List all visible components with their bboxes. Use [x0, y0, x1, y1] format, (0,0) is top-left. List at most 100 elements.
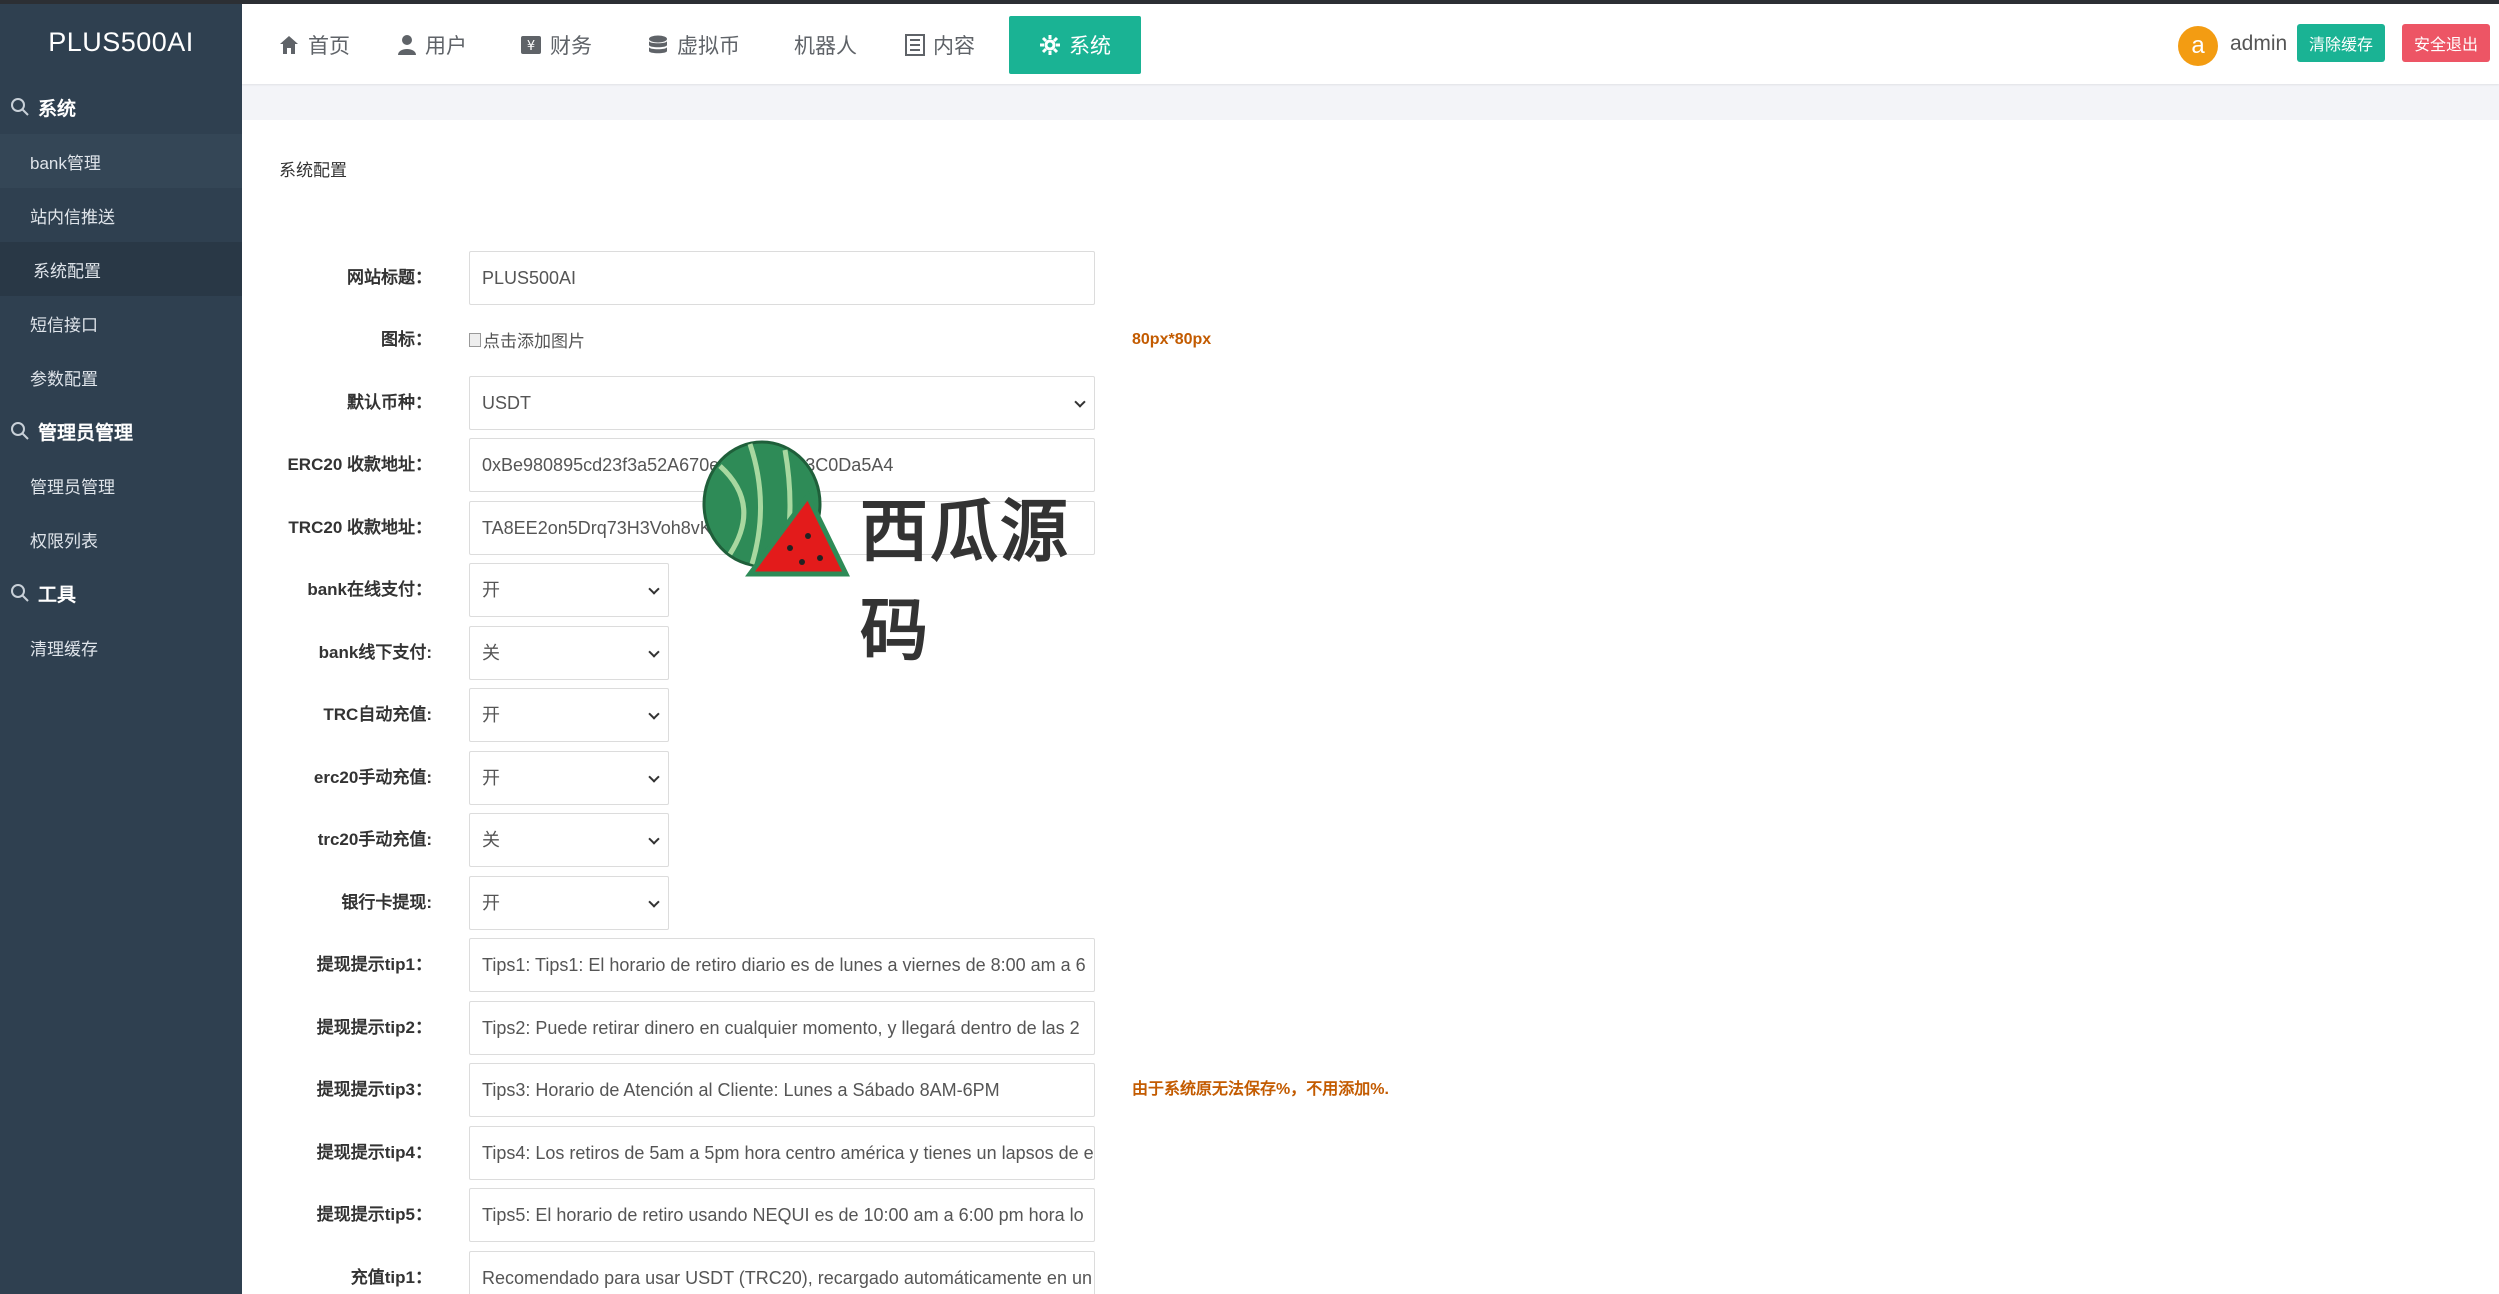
username[interactable]: admin	[2230, 32, 2287, 56]
nav-label: 财务	[550, 35, 592, 58]
broken-image-icon	[469, 332, 481, 347]
row-site-title: 网站标题： PLUS500AI	[242, 251, 1842, 305]
nav-label: 虚拟币	[677, 35, 740, 58]
icon-upload-alt: 点击添加图片	[483, 332, 585, 351]
nav-finance[interactable]: ¥ 财务	[520, 16, 592, 74]
tip5-input[interactable]: Tips5: El horario de retiro usando NEQUI…	[469, 1188, 1095, 1242]
finance-icon: ¥	[521, 36, 541, 54]
search-icon	[11, 98, 29, 116]
bank-online-select[interactable]: 开	[469, 563, 669, 617]
bank-offline-select[interactable]: 关	[469, 626, 669, 680]
recharge-tip1-input[interactable]: Recomendado para usar USDT (TRC20), reca…	[469, 1251, 1095, 1294]
field-label: 提现提示tip3：	[316, 1080, 432, 1099]
tip2-input[interactable]: Tips2: Puede retirar dinero en cualquier…	[469, 1001, 1095, 1055]
nav-robot[interactable]: 机器人	[794, 16, 857, 74]
field-label: 默认币种：	[347, 393, 432, 412]
field-label: bank线下支付:	[318, 643, 432, 662]
field-label: 提现提示tip1：	[316, 955, 432, 974]
sidebar-section-admin[interactable]: 管理员管理	[0, 404, 242, 458]
field-label: ERC20 收款地址：	[287, 455, 432, 474]
field-label: bank在线支付：	[307, 580, 432, 599]
main-content: 系统配置 网站标题： PLUS500AI 图标： 点击添加图片 80px*80p…	[242, 120, 2499, 1294]
sidebar-item-sms[interactable]: 短信接口	[0, 296, 242, 350]
currency-select[interactable]: USDT	[469, 376, 1095, 430]
database-icon	[649, 35, 667, 54]
nav-label: 首页	[308, 35, 350, 58]
field-label: TRC20 收款地址：	[288, 518, 432, 537]
select-value: 开	[482, 768, 500, 788]
chevron-down-icon	[648, 583, 660, 595]
row-trc20-manual: trc20手动充值: 关	[242, 813, 1842, 867]
sidebar-section-label: 工具	[38, 584, 77, 606]
search-icon	[11, 422, 29, 440]
bank-withdraw-select[interactable]: 开	[469, 876, 669, 930]
field-label: erc20手动充值:	[313, 768, 432, 787]
logout-button[interactable]: 安全退出	[2402, 24, 2491, 62]
icon-upload[interactable]: 点击添加图片	[469, 327, 585, 352]
watermark: 西瓜源码	[690, 436, 1130, 671]
chevron-down-icon	[648, 708, 660, 720]
row-trc-auto: TRC自动充值: 开	[242, 688, 1842, 742]
tip1-input[interactable]: Tips1: Tips1: El horario de retiro diari…	[469, 938, 1095, 992]
avatar[interactable]: a	[2178, 26, 2218, 66]
row-tip4: 提现提示tip4： Tips4: Los retiros de 5am a 5p…	[242, 1126, 1842, 1180]
sidebar: PLUS500AI 系统 bank管理 站内信推送 系统配置 短信接口 参数配置…	[0, 4, 242, 1294]
sidebar-item-params[interactable]: 参数配置	[0, 350, 242, 404]
sidebar-item-clear-cache[interactable]: 清理缓存	[0, 620, 242, 674]
watermelon-logo-icon	[702, 440, 850, 577]
chevron-down-icon	[648, 833, 660, 845]
row-erc20-manual: erc20手动充值: 开	[242, 751, 1842, 805]
nav-label: 内容	[933, 35, 975, 58]
nav-crypto[interactable]: 虚拟币	[647, 16, 740, 74]
row-tip3: 提现提示tip3： Tips3: Horario de Atención al …	[242, 1063, 1842, 1117]
sidebar-item-bank[interactable]: bank管理	[0, 134, 242, 188]
sidebar-section-label: 管理员管理	[38, 422, 134, 444]
trc20-manual-select[interactable]: 关	[469, 813, 669, 867]
page-title: 系统配置	[279, 161, 347, 180]
tip3-note: 由于系统原无法保存%，不用添加%.	[1132, 1081, 1389, 1098]
top-nav: 首页 用户 ¥ 财务 虚拟币 机器人 内容 系统 a admin 清除缓存 安全…	[242, 4, 2499, 84]
field-label: 提现提示tip5：	[316, 1205, 432, 1224]
sidebar-item-permissions[interactable]: 权限列表	[0, 512, 242, 566]
nav-user[interactable]: 用户	[397, 16, 467, 74]
nav-content[interactable]: 内容	[905, 16, 975, 74]
clear-cache-button[interactable]: 清除缓存	[2297, 24, 2386, 62]
row-tip1: 提现提示tip1： Tips1: Tips1: El horario de re…	[242, 938, 1842, 992]
nav-system[interactable]: 系统	[1009, 16, 1141, 74]
sidebar-section-tools[interactable]: 工具	[0, 566, 242, 620]
sidebar-item-message-push[interactable]: 站内信推送	[0, 188, 242, 242]
field-label: trc20手动充值:	[317, 830, 432, 849]
nav-home[interactable]: 首页	[278, 16, 350, 74]
svg-text:¥: ¥	[527, 39, 535, 54]
nav-label: 机器人	[794, 35, 857, 58]
site-title-input[interactable]: PLUS500AI	[469, 251, 1095, 305]
field-label: TRC自动充值:	[323, 705, 432, 724]
select-value: 关	[482, 830, 500, 850]
trc-auto-select[interactable]: 开	[469, 688, 669, 742]
sidebar-section-system[interactable]: 系统	[0, 80, 242, 134]
field-label: 网站标题：	[347, 268, 432, 287]
field-label: 充值tip1：	[350, 1268, 432, 1287]
field-label: 银行卡提现:	[341, 893, 432, 912]
tip4-input[interactable]: Tips4: Los retiros de 5am a 5pm hora cen…	[469, 1126, 1095, 1180]
row-recharge-tip1: 充值tip1： Recomendado para usar USDT (TRC2…	[242, 1251, 1842, 1294]
user-icon	[398, 35, 416, 55]
erc20-manual-select[interactable]: 开	[469, 751, 669, 805]
chevron-down-icon	[1074, 396, 1086, 408]
brand-logo[interactable]: PLUS500AI	[0, 4, 242, 80]
tip3-input[interactable]: Tips3: Horario de Atención al Cliente: L…	[469, 1063, 1095, 1117]
row-tip5: 提现提示tip5： Tips5: El horario de retiro us…	[242, 1188, 1842, 1242]
row-bank-withdraw: 银行卡提现: 开	[242, 876, 1842, 930]
gear-icon	[1040, 35, 1060, 55]
icon-size-note: 80px*80px	[1132, 331, 1212, 348]
sidebar-item-admin-manage[interactable]: 管理员管理	[0, 458, 242, 512]
nav-label: 用户	[425, 35, 467, 58]
select-value: 开	[482, 580, 500, 600]
chevron-down-icon	[648, 646, 660, 658]
sidebar-item-system-config[interactable]: 系统配置	[0, 242, 242, 296]
document-icon	[905, 34, 925, 56]
sidebar-section-label: 系统	[38, 98, 77, 120]
select-value: 关	[482, 643, 500, 663]
chevron-down-icon	[648, 896, 660, 908]
field-label: 提现提示tip4：	[316, 1143, 432, 1162]
